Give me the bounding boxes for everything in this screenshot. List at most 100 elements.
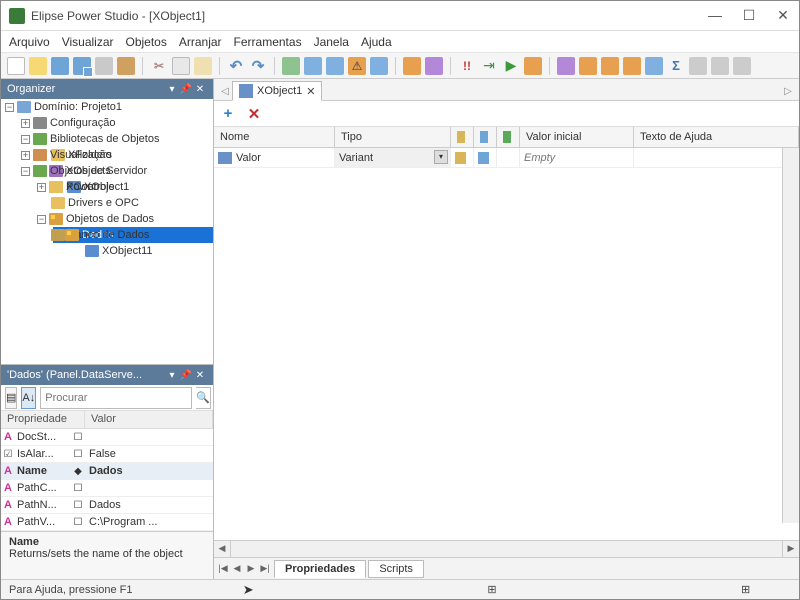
tool-breakpoint-icon[interactable]: !! [458, 57, 476, 75]
bt-nav-next[interactable]: ▶ [244, 563, 258, 574]
tree-viz[interactable]: +Visualização [21, 147, 213, 163]
menu-janela[interactable]: Janela [314, 35, 349, 49]
cell-nome[interactable]: Valor [236, 152, 261, 164]
open-icon[interactable] [29, 57, 47, 75]
properties-pin-icon[interactable]: 📌 [179, 370, 193, 381]
run-icon[interactable]: ▶ [502, 57, 520, 75]
bt-nav-prev[interactable]: ◀ [230, 563, 244, 574]
col-retain[interactable] [497, 127, 520, 147]
organizer-close-icon[interactable]: ✕ [193, 84, 207, 95]
properties-panel: 'Dados' (Panel.DataServe... ▾ 📌 ✕ ▤ A↓ 🔍… [1, 364, 213, 579]
properties-close-icon[interactable]: ✕ [193, 370, 207, 381]
tab-close-icon[interactable]: ✕ [306, 85, 315, 98]
horizontal-scrollbar[interactable]: ◀ ▶ [214, 540, 799, 557]
type-dropdown-icon[interactable]: ▾ [434, 150, 448, 164]
properties-header: 'Dados' (Panel.DataServe... ▾ 📌 ✕ [1, 365, 213, 385]
tree-xobject11[interactable]: XObject11 [69, 243, 213, 259]
cell-tipo[interactable]: Variant [339, 152, 373, 164]
tool-warning-icon[interactable]: ⚠ [348, 57, 366, 75]
organizer-pin-icon[interactable]: 📌 [179, 84, 193, 95]
tabs-scroll-right-icon[interactable]: ▷ [781, 82, 795, 100]
cut-icon[interactable]: ✂ [150, 57, 168, 75]
document-tabs: ◁ XObject1 ✕ ▷ [214, 79, 799, 101]
menu-ferramentas[interactable]: Ferramentas [234, 35, 302, 49]
vertical-scrollbar[interactable] [782, 148, 799, 523]
col-texto-ajuda[interactable]: Texto de Ajuda [634, 127, 799, 147]
paste-icon[interactable] [194, 57, 212, 75]
menu-visualizar[interactable]: Visualizar [62, 35, 114, 49]
cursor-icon: ➤ [243, 582, 254, 598]
col-tipo[interactable]: Tipo [335, 127, 451, 147]
bottom-tab-propriedades[interactable]: Propriedades [274, 560, 366, 578]
properties-grid[interactable]: ADocSt...☐ ☑IsAlar...☐False AName◆Dados … [1, 429, 213, 531]
tool-search-icon[interactable] [733, 57, 751, 75]
minimize-button[interactable]: — [707, 7, 723, 24]
tool-stop-icon[interactable] [524, 57, 542, 75]
menu-arranjar[interactable]: Arranjar [179, 35, 222, 49]
tree-dataobj[interactable]: −Objetos de Dados −Dados XObject11 [37, 211, 213, 227]
close-button[interactable]: ✕ [775, 7, 791, 24]
col-link[interactable] [451, 127, 474, 147]
bottom-tab-scripts[interactable]: Scripts [368, 560, 424, 578]
maximize-button[interactable]: ☐ [741, 7, 757, 24]
grid-row[interactable]: Valor Variant ▾ Empty [214, 148, 799, 168]
tree-drivers[interactable]: Drivers e OPC [37, 195, 213, 211]
save-all-icon[interactable] [73, 57, 91, 75]
props-col-value[interactable]: Valor [85, 411, 213, 428]
props-alpha-button[interactable]: A↓ [21, 387, 36, 409]
bt-nav-last[interactable]: ▶| [258, 563, 272, 574]
tool-bug2-icon[interactable] [601, 57, 619, 75]
undo-icon[interactable]: ↶ [227, 57, 245, 75]
bt-nav-first[interactable]: |◀ [216, 563, 230, 574]
tool-globe-icon[interactable] [557, 57, 575, 75]
tool-book-icon[interactable] [689, 57, 707, 75]
tool-import-icon[interactable] [425, 57, 443, 75]
props-search-input[interactable] [40, 387, 192, 409]
menu-ajuda[interactable]: Ajuda [361, 35, 392, 49]
add-row-button[interactable]: + [220, 106, 236, 122]
cell-link-icon[interactable] [455, 152, 466, 164]
tree-lib[interactable]: −Bibliotecas de Objetos XFolders −XObjec… [21, 131, 213, 147]
delete-row-button[interactable]: ✕ [246, 106, 262, 122]
tree-config[interactable]: +Configuração [21, 115, 213, 131]
tool-sigma-icon[interactable]: Σ [667, 57, 685, 75]
col-nome[interactable]: Nome [214, 127, 335, 147]
cell-save-icon[interactable] [478, 152, 489, 164]
status-coord1-icon: ⊞ [487, 583, 507, 596]
menu-objetos[interactable]: Objetos [126, 35, 167, 49]
cell-valor-inicial[interactable]: Empty [524, 152, 555, 164]
properties-help: Name Returns/sets the name of the object [1, 531, 213, 579]
props-col-property[interactable]: Propriedade [1, 411, 85, 428]
props-categorized-button[interactable]: ▤ [5, 387, 17, 409]
search-icon[interactable]: 🔍 [196, 387, 211, 409]
tool-refresh-icon[interactable] [326, 57, 344, 75]
cell-texto-ajuda[interactable] [634, 148, 799, 167]
organizer-tree[interactable]: −Domínio: Projeto1 +Configuração −Biblio… [1, 99, 213, 364]
tree-db[interactable]: Banco de Dados [37, 227, 213, 243]
print-icon[interactable] [95, 57, 113, 75]
menu-arquivo[interactable]: Arquivo [9, 35, 50, 49]
tool-export-icon[interactable] [403, 57, 421, 75]
tool-list-icon[interactable] [370, 57, 388, 75]
save-icon[interactable] [51, 57, 69, 75]
new-icon[interactable] [7, 57, 25, 75]
tabs-scroll-left-icon[interactable]: ◁ [218, 82, 232, 100]
tool-db-icon[interactable] [304, 57, 322, 75]
tool-step-icon[interactable]: ⇥ [480, 57, 498, 75]
tool-bug1-icon[interactable] [579, 57, 597, 75]
tab-xobject1[interactable]: XObject1 ✕ [232, 81, 322, 101]
col-valor-inicial[interactable]: Valor inicial [520, 127, 634, 147]
tool-check-icon[interactable] [282, 57, 300, 75]
tool-cfg-icon[interactable] [645, 57, 663, 75]
tree-domain[interactable]: −Domínio: Projeto1 +Configuração −Biblio… [5, 99, 213, 115]
tree-server[interactable]: −Objetos de Servidor +Power Drivers e OP… [21, 163, 213, 179]
redo-icon[interactable]: ↷ [249, 57, 267, 75]
organizer-dropdown-icon[interactable]: ▾ [165, 84, 179, 95]
grid-body[interactable]: Valor Variant ▾ Empty [214, 148, 799, 540]
col-save[interactable] [474, 127, 497, 147]
package-icon[interactable] [117, 57, 135, 75]
tool-gear-icon[interactable] [623, 57, 641, 75]
properties-dropdown-icon[interactable]: ▾ [165, 370, 179, 381]
copy-icon[interactable] [172, 57, 190, 75]
tool-zoom-icon[interactable] [711, 57, 729, 75]
